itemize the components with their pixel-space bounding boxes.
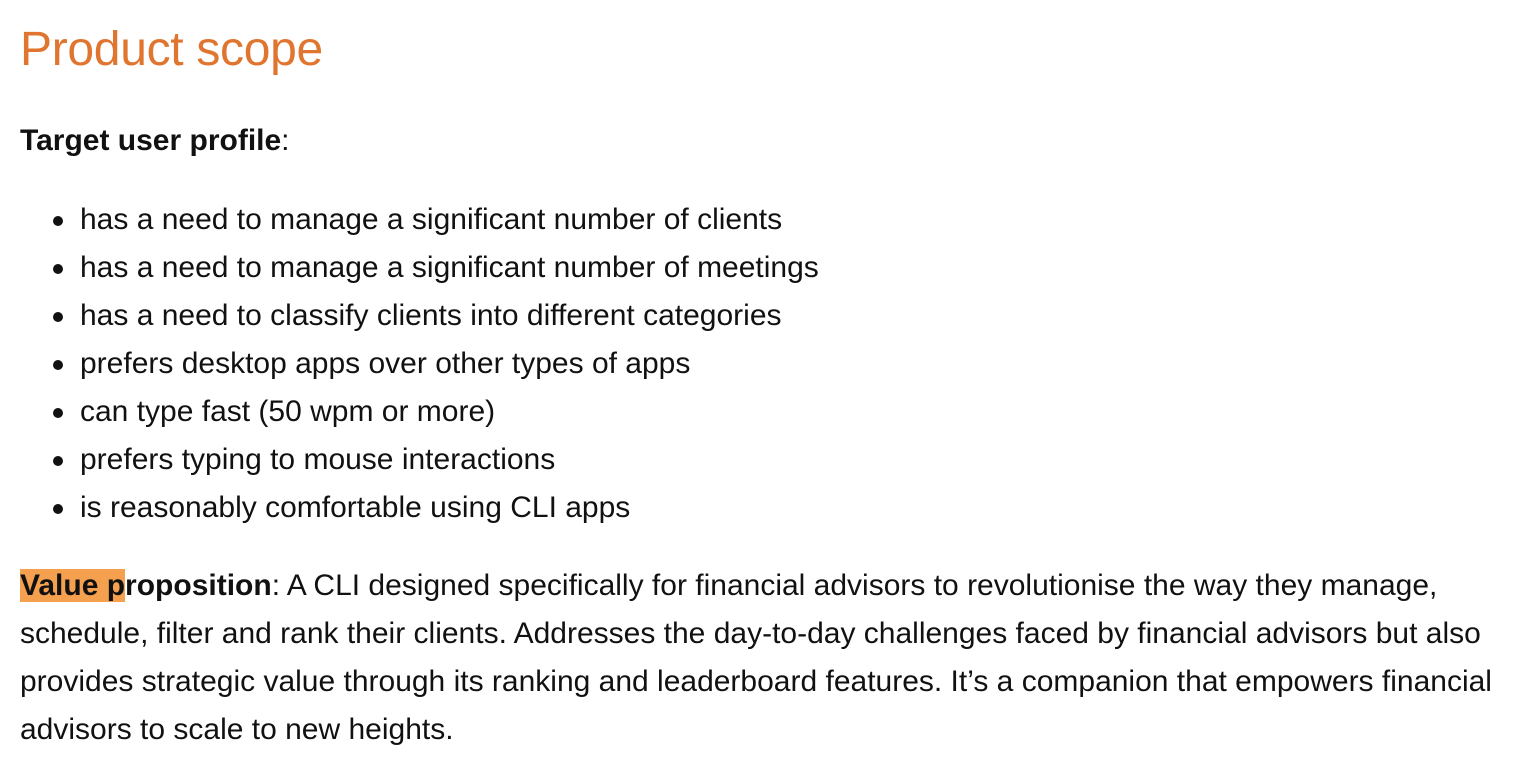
document-page: Product scope Target user profile: has a… (0, 0, 1518, 784)
target-user-profile-list: has a need to manage a significant numbe… (20, 196, 819, 532)
value-proposition-paragraph: Value proposition: A CLI designed specif… (20, 562, 1502, 754)
target-user-profile-colon: : (281, 124, 290, 157)
target-user-profile-line: Target user profile: (20, 122, 290, 160)
page-title: Product scope (20, 23, 323, 76)
list-item: prefers typing to mouse interactions (20, 436, 819, 484)
value-proposition-label: Value proposition (20, 569, 272, 602)
target-user-profile-label: Target user profile (20, 124, 282, 157)
list-item: has a need to manage a significant numbe… (20, 196, 819, 244)
list-item: has a need to classify clients into diff… (20, 292, 819, 340)
list-item: can type fast (50 wpm or more) (20, 388, 819, 436)
list-item: is reasonably comfortable using CLI apps (20, 484, 819, 532)
value-proposition-label-rest: roposition (125, 569, 272, 602)
list-item: has a need to manage a significant numbe… (20, 244, 819, 292)
list-item: prefers desktop apps over other types of… (20, 340, 819, 388)
search-highlight: Value p (20, 569, 126, 602)
